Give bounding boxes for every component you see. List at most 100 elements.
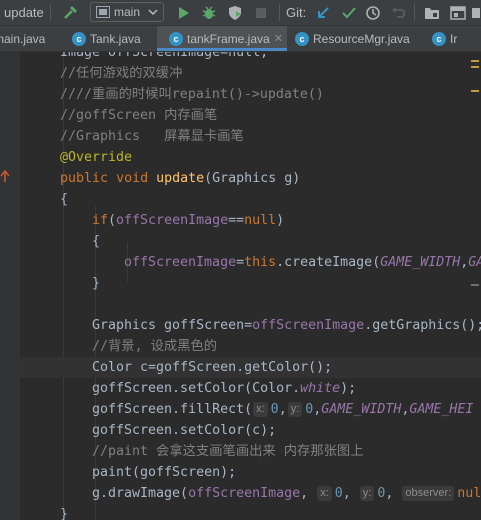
code-text: goffScreen.setColor(Color. <box>92 381 301 396</box>
tab-label: Ir <box>450 31 458 46</box>
code-text: , <box>342 486 351 501</box>
comment-line: ////重画的时候叫repaint()->update() <box>60 84 324 105</box>
parameter-hint: y: <box>287 402 303 417</box>
tab-overflow[interactable]: c Ir <box>432 26 481 51</box>
main-toolbar: update main Git: <box>0 0 481 26</box>
comment-line: //Graphics 屏幕显卡画笔 <box>60 126 244 147</box>
comment-line: //paint 会拿这支画笔画出来 内存那张图上 <box>92 441 364 462</box>
warning-mark[interactable] <box>471 90 479 92</box>
code-text: .createImage( <box>276 255 381 270</box>
comment-text: //Graphics 屏幕显卡画笔 <box>60 129 244 144</box>
branch-selector[interactable]: main <box>90 2 164 22</box>
code-text: ( <box>108 213 117 228</box>
run-icon[interactable] <box>172 0 194 25</box>
toolbar-divider <box>279 4 280 21</box>
keyword: void <box>116 171 149 186</box>
tab-label: ResourceMgr.java <box>313 31 410 46</box>
stop-icon[interactable] <box>250 0 272 25</box>
code-text: = <box>236 255 245 270</box>
code-line: goffScreen.setColor(Color.white); <box>92 378 356 399</box>
keyword: public <box>60 171 109 186</box>
close-icon[interactable]: ✕ <box>274 32 283 45</box>
coverage-icon[interactable] <box>224 0 246 25</box>
hint-label: y: <box>290 403 300 415</box>
field-name: offScreenImage <box>188 486 301 501</box>
keyword: if <box>92 213 109 228</box>
debug-icon[interactable] <box>198 0 220 25</box>
run-config-selector[interactable]: update <box>4 0 44 25</box>
comment-line: //goffScreen 内存画笔 <box>60 105 217 126</box>
git-commit-icon[interactable] <box>338 0 360 25</box>
field-name: offScreenImage <box>124 255 237 270</box>
annotation-line: @Override <box>60 147 132 168</box>
code-text: , <box>385 486 394 501</box>
hint-label: x: <box>256 403 265 415</box>
git-label: Git: <box>286 0 306 25</box>
code-line: { <box>92 231 100 252</box>
warning-mark[interactable] <box>471 66 479 68</box>
code-text: , <box>278 402 287 417</box>
code-text: Image offScreenImage=null; <box>60 52 269 60</box>
warning-mark[interactable] <box>471 60 479 62</box>
tab-main-java[interactable]: main.java <box>0 26 60 51</box>
comment-text: //goffScreen 内存画笔 <box>60 108 218 123</box>
code-line: goffScreen.setColor(c); <box>92 420 276 441</box>
brace: { <box>60 192 69 207</box>
java-class-icon: c <box>72 31 86 46</box>
annotation-text: @Override <box>60 150 133 165</box>
code-text: paint(goffScreen); <box>92 465 237 480</box>
hint-label: y: <box>362 487 372 499</box>
editor-tabs: main.java c Tank.java c tankFrame.java ✕… <box>0 26 481 52</box>
constant: GAME_WIDTH <box>380 255 461 270</box>
code-line: offScreenImage=this.createImage(GAME_WID… <box>124 252 481 273</box>
code-text: goffScreen.setColor(c); <box>92 423 277 438</box>
hint-label: observer: <box>405 487 452 499</box>
parameter-hint: observer: <box>402 486 455 501</box>
line-gutter[interactable] <box>0 52 20 520</box>
code-line: } <box>60 504 68 520</box>
keyword: this <box>244 255 277 270</box>
code-text: , <box>300 486 309 501</box>
number: 0 <box>270 402 279 417</box>
branch-icon <box>96 6 110 18</box>
java-class-icon: c <box>432 31 446 46</box>
tab-label: Tank.java <box>90 31 141 46</box>
git-label-text: Git: <box>286 5 307 20</box>
parameter-hint: x: <box>317 486 332 501</box>
history-icon[interactable] <box>362 0 384 25</box>
hint-label: x: <box>320 487 329 499</box>
keyword: null <box>244 213 277 228</box>
field-name: offScreenImage <box>252 318 365 333</box>
toolbar-overflow[interactable] <box>472 0 481 25</box>
comment-text: //背景, 设成黑色的 <box>92 339 218 354</box>
constant: white <box>300 381 341 396</box>
rollback-icon[interactable] <box>388 0 410 25</box>
code-line: { <box>60 189 68 210</box>
parameter-hint: y: <box>359 486 375 501</box>
number: 0 <box>334 486 343 501</box>
tab-resourcemgr-java[interactable]: c ResourceMgr.java <box>295 26 420 51</box>
code-text: == <box>228 213 245 228</box>
java-class-icon: c <box>295 31 309 46</box>
tab-tank-java[interactable]: c Tank.java <box>72 26 152 51</box>
code-line: g.drawImage(offScreenImage, x: 0, y: 0, ob… <box>92 483 481 504</box>
code-text: (Graphics g) <box>204 171 301 186</box>
code-editor[interactable]: Image offScreenImage=null; //任何游戏的双缓冲 //… <box>20 52 481 520</box>
comment-text: ////重画的时候叫repaint()->update() <box>60 87 324 102</box>
branch-label: main <box>114 5 141 19</box>
code-text: g.drawImage( <box>92 486 189 501</box>
error-stripe[interactable] <box>471 52 481 520</box>
tab-tankframe-java[interactable]: c tankFrame.java ✕ <box>157 26 287 51</box>
code-text: Graphics goffScreen= <box>92 318 253 333</box>
caret-mark <box>471 284 479 286</box>
current-line: Color c=goffScreen.getColor(); <box>20 357 481 378</box>
override-marker-icon[interactable] <box>0 169 10 183</box>
parameter-hint: x: <box>253 402 268 417</box>
project-structure-icon[interactable] <box>421 0 443 25</box>
comment-text: //任何游戏的双缓冲 <box>60 66 183 81</box>
build-hammer-icon[interactable] <box>60 0 82 25</box>
code-text: goffScreen.fillRect( <box>92 402 253 417</box>
toolbar-divider <box>414 4 415 21</box>
layout-icon[interactable] <box>447 0 469 25</box>
git-update-icon[interactable] <box>312 0 334 25</box>
